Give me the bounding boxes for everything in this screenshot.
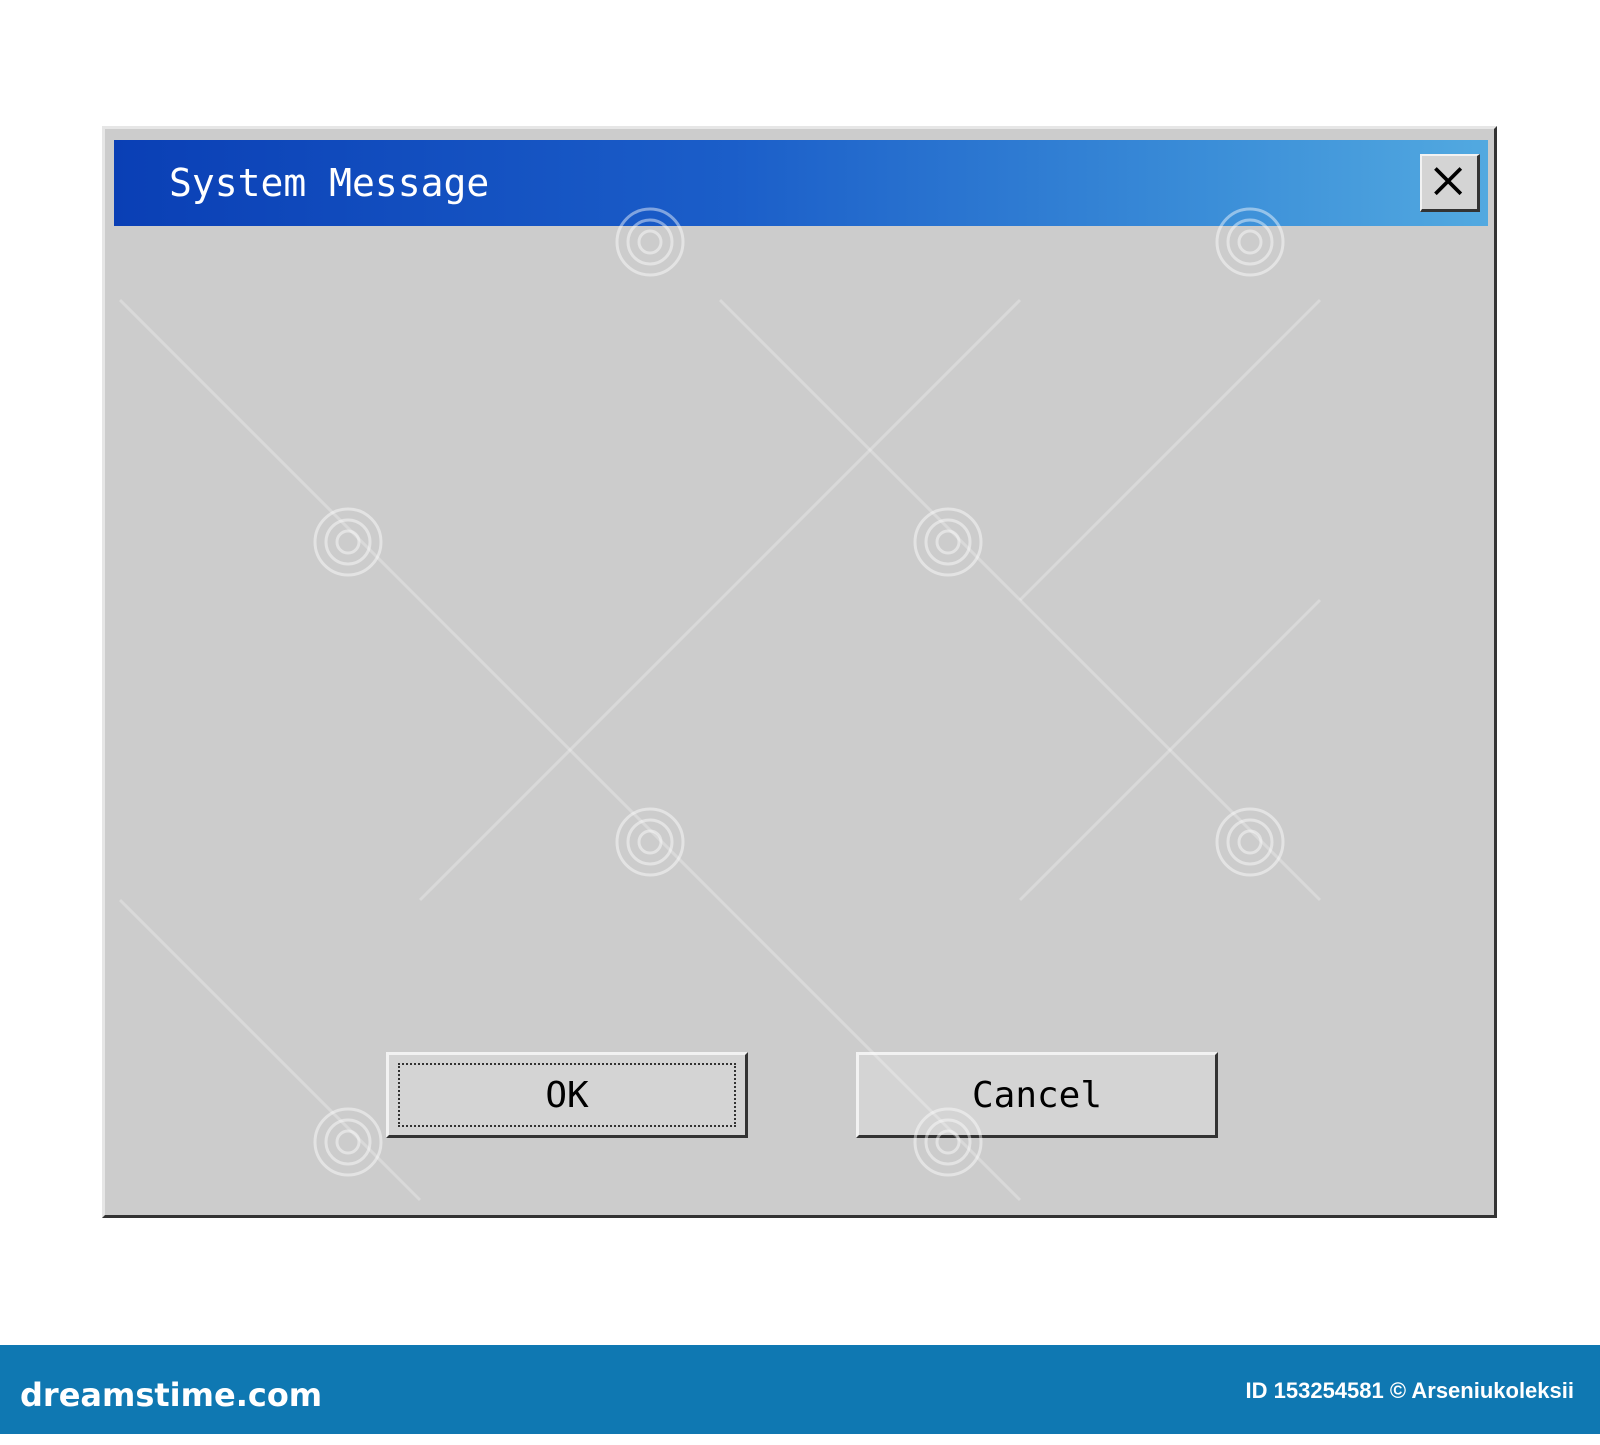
ok-button-label: OK <box>545 1074 589 1116</box>
footer-bar: dreamstime.com ID 153254581 © Arseniukol… <box>0 1345 1600 1434</box>
footer-image-id: ID 153254581 © Arseniukoleksii <box>1245 1378 1574 1403</box>
footer-logo: dreamstime.com <box>20 1376 323 1414</box>
dialog-title: System Message <box>169 161 490 205</box>
close-icon <box>1434 167 1463 196</box>
dialog-window: System Message OK Cancel <box>102 126 1497 1218</box>
dialog-titlebar[interactable]: System Message <box>114 140 1488 226</box>
cancel-button[interactable]: Cancel <box>856 1052 1218 1138</box>
close-button[interactable] <box>1420 154 1480 212</box>
cancel-button-label: Cancel <box>971 1074 1103 1116</box>
ok-button[interactable]: OK <box>386 1052 748 1138</box>
